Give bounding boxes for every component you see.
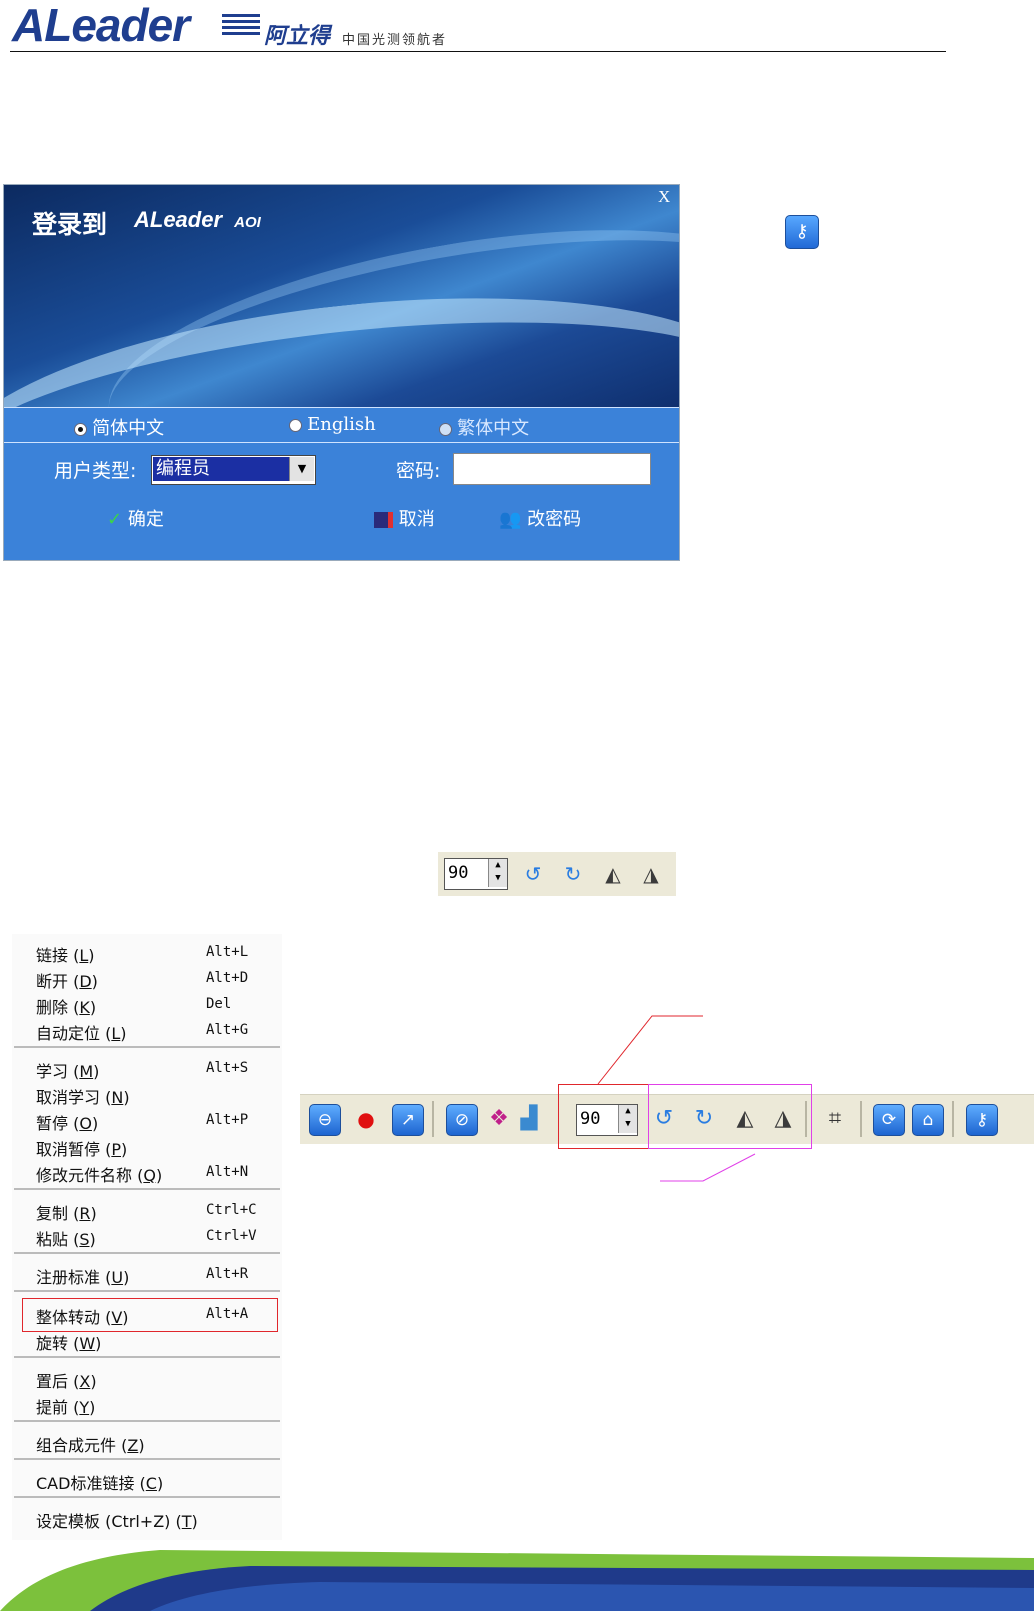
callout-line-red xyxy=(597,1015,703,1085)
footer-decoration xyxy=(0,1550,1034,1611)
callout-line-magenta xyxy=(660,1153,756,1182)
callout-lines xyxy=(597,1015,756,1182)
